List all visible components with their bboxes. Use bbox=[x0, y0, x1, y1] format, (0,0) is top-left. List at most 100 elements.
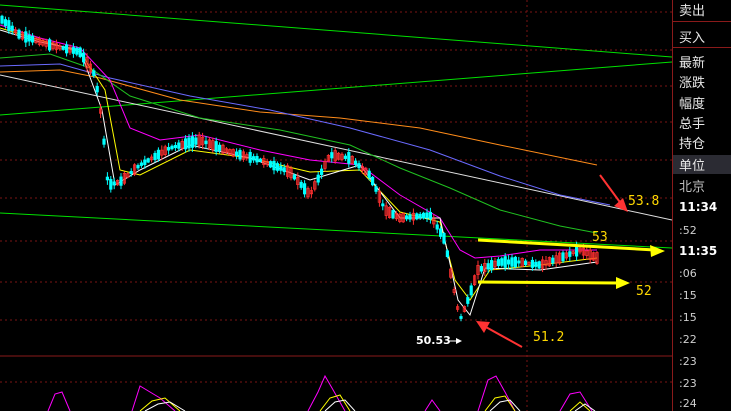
candle-body bbox=[24, 31, 28, 43]
candle-body bbox=[524, 260, 528, 266]
candle-body bbox=[170, 145, 174, 150]
separator bbox=[673, 21, 731, 22]
label-53-8: 53.8 bbox=[628, 194, 660, 209]
indicator-magenta bbox=[47, 374, 593, 411]
candle-body bbox=[438, 228, 443, 237]
range-item[interactable]: 幅度 bbox=[679, 93, 705, 112]
candle-body bbox=[166, 147, 171, 151]
candle-body bbox=[517, 260, 521, 264]
candle-body bbox=[190, 136, 194, 148]
candle-body bbox=[194, 137, 198, 145]
time-1134: 11:34 bbox=[679, 200, 718, 214]
candle-body bbox=[357, 163, 361, 169]
candle-body bbox=[187, 137, 191, 149]
latest-item[interactable]: 最新 bbox=[679, 52, 705, 71]
candle-body bbox=[568, 251, 572, 257]
time-1135: 11:35 bbox=[679, 244, 718, 258]
candle-body bbox=[102, 138, 106, 145]
candle-body bbox=[391, 210, 395, 219]
candle-body bbox=[489, 260, 494, 271]
candle-body bbox=[330, 152, 334, 159]
candle-body bbox=[27, 34, 31, 42]
ma-green bbox=[0, 53, 598, 234]
low-marker-head bbox=[456, 338, 462, 344]
ma-orange bbox=[0, 69, 598, 166]
candle-body bbox=[537, 261, 541, 269]
candle-body bbox=[92, 70, 96, 77]
buy-item[interactable]: 买入 bbox=[679, 27, 705, 46]
sell-item[interactable]: 卖出 bbox=[679, 0, 705, 19]
candle-body bbox=[343, 155, 348, 159]
arrow-red-512 bbox=[476, 321, 523, 348]
beijing-item[interactable]: 北京 bbox=[679, 176, 705, 195]
candle-body bbox=[299, 181, 303, 188]
quote-side-panel: 卖出 买入 最新 涨跌 幅度 总手 持仓 单位 北京 11:34 :52 11:… bbox=[672, 0, 731, 411]
candle-body bbox=[425, 212, 429, 219]
low-price-label: 50.53 bbox=[416, 334, 451, 347]
candle-body bbox=[503, 256, 507, 268]
candle-body bbox=[255, 155, 259, 163]
candle-body bbox=[381, 203, 385, 207]
candle-body bbox=[466, 297, 470, 304]
candle-body bbox=[506, 259, 511, 265]
candle-body bbox=[30, 35, 35, 43]
candle-body bbox=[258, 158, 263, 162]
candle-body bbox=[146, 158, 150, 163]
candle-body bbox=[217, 144, 222, 151]
time-sec: :24 bbox=[679, 397, 697, 410]
candle-body bbox=[143, 159, 147, 166]
ma-magenta bbox=[0, 24, 597, 259]
candle-body bbox=[0, 15, 4, 24]
candle-body bbox=[177, 142, 181, 149]
candle-body bbox=[214, 141, 218, 152]
time-sec: :22 bbox=[679, 333, 697, 346]
candle-body bbox=[268, 161, 273, 168]
candle-body bbox=[173, 145, 177, 149]
candle-body bbox=[10, 25, 14, 32]
candle-body bbox=[510, 257, 514, 267]
candle-body bbox=[238, 149, 242, 160]
candle-body bbox=[415, 213, 419, 220]
indicator-yellow bbox=[139, 394, 591, 411]
candle-body bbox=[17, 29, 21, 39]
arrow-red-538 bbox=[599, 174, 628, 212]
candle-body bbox=[496, 259, 501, 266]
label-53: 53 bbox=[592, 230, 608, 245]
candle-body bbox=[292, 174, 297, 180]
candle-body bbox=[404, 215, 409, 220]
candle-body bbox=[136, 165, 140, 169]
candle-body bbox=[71, 47, 75, 54]
price-chart[interactable] bbox=[0, 0, 672, 411]
candle-body bbox=[418, 213, 422, 219]
candle-body bbox=[302, 183, 307, 195]
time-sec: :15 bbox=[679, 311, 697, 324]
change-item[interactable]: 涨跌 bbox=[679, 72, 705, 91]
candle-body bbox=[551, 257, 555, 264]
label-52: 52 bbox=[636, 284, 652, 299]
candle-body bbox=[347, 152, 351, 164]
candle-body bbox=[272, 160, 276, 171]
position-item[interactable]: 持仓 bbox=[679, 133, 705, 152]
candle-body bbox=[156, 149, 160, 160]
time-sec: :15 bbox=[679, 289, 697, 302]
candle-body bbox=[48, 39, 52, 51]
candle-body bbox=[234, 151, 239, 156]
candle-body bbox=[119, 176, 123, 186]
candle-body bbox=[561, 252, 565, 262]
candle-body bbox=[3, 19, 7, 26]
candle-body bbox=[575, 246, 579, 257]
candle-body bbox=[75, 47, 79, 55]
time-sec: :52 bbox=[679, 224, 697, 237]
candle-body bbox=[513, 256, 518, 268]
candle-body bbox=[408, 214, 412, 220]
candle-body bbox=[279, 165, 283, 171]
grid bbox=[0, 0, 672, 411]
candle-body bbox=[421, 212, 426, 219]
candle-body bbox=[469, 285, 473, 296]
unit-item[interactable]: 单位 bbox=[679, 155, 705, 174]
candle-body bbox=[374, 186, 378, 192]
candle-body bbox=[459, 316, 463, 319]
volume-item[interactable]: 总手 bbox=[679, 113, 705, 132]
candle-body bbox=[442, 233, 446, 244]
label-51-2: 51.2 bbox=[533, 330, 565, 345]
